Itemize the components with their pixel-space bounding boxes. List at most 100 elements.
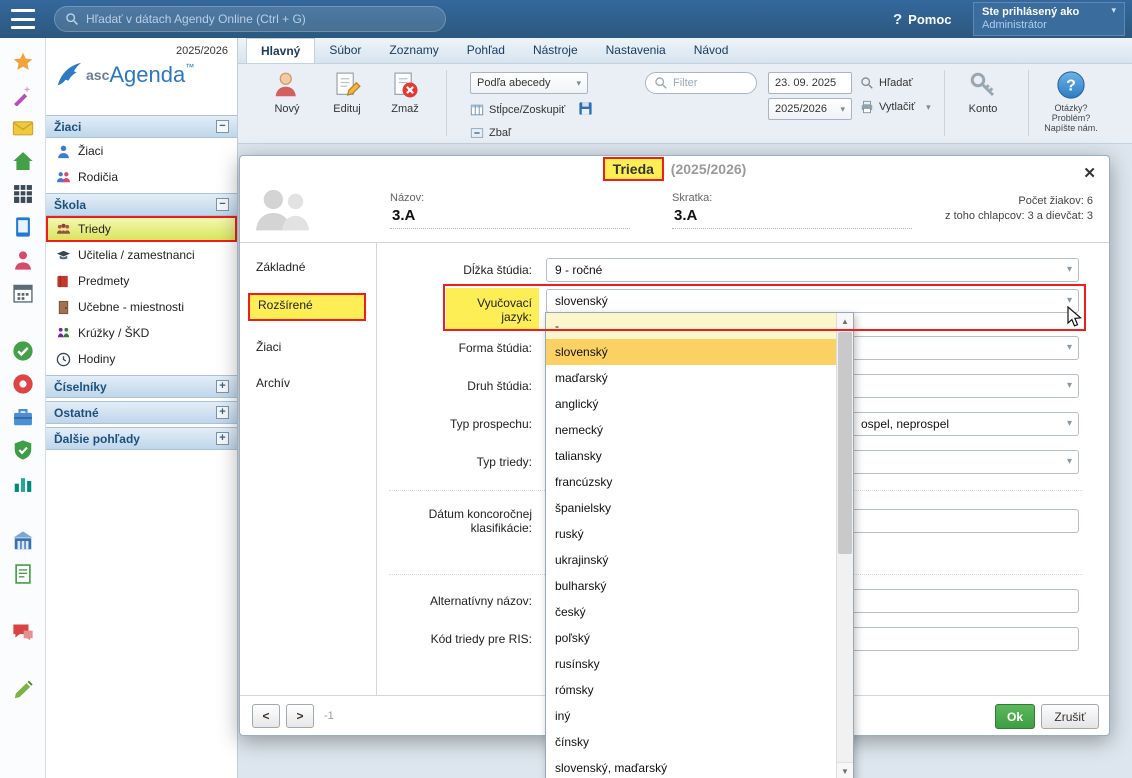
dropdown-option[interactable]: ruský bbox=[546, 521, 836, 547]
sidebar-item-ucitelia-zamestnanci[interactable]: Učitelia / zamestnanci bbox=[46, 242, 237, 268]
sidebar-item-hodiny[interactable]: Hodiny bbox=[46, 346, 237, 372]
dropdown-scrollbar[interactable]: ▲ ▼ bbox=[836, 313, 853, 778]
star-icon[interactable] bbox=[12, 51, 34, 73]
menu-tab-nastroje[interactable]: Nástroje bbox=[519, 38, 592, 63]
menu-tab-nastavenia[interactable]: Nastavenia bbox=[592, 38, 680, 63]
scroll-up-icon[interactable]: ▲ bbox=[837, 313, 853, 330]
scrollbar-thumb[interactable] bbox=[838, 332, 852, 554]
dropdown-option[interactable]: taliansky bbox=[546, 443, 836, 469]
save-icon[interactable] bbox=[578, 101, 593, 116]
document-icon[interactable] bbox=[12, 563, 34, 585]
sidebar-section-dalsie-pohlady[interactable]: Ďalšie pohľady+ bbox=[46, 427, 237, 450]
shield-icon[interactable] bbox=[12, 439, 34, 461]
select-vyucovaci-jazyk[interactable]: slovenský▾ bbox=[546, 289, 1079, 313]
new-button[interactable]: Nový bbox=[260, 70, 314, 115]
menu-tab-navod[interactable]: Návod bbox=[680, 38, 743, 63]
chart-icon[interactable] bbox=[12, 472, 34, 494]
cancel-button[interactable]: Zrušiť bbox=[1041, 704, 1099, 729]
hamburger-menu-icon[interactable] bbox=[11, 9, 35, 29]
help-button[interactable]: ? Pomoc bbox=[893, 0, 952, 38]
close-icon[interactable]: ✕ bbox=[1083, 164, 1096, 182]
dialog-tab-archiv[interactable]: Archív bbox=[256, 373, 364, 393]
sidebar-item-ziaci[interactable]: Žiaci bbox=[46, 138, 237, 164]
contact-help-button[interactable]: ? Otázky? Problém? Napíšte nám. bbox=[1038, 70, 1104, 133]
school-icon[interactable] bbox=[12, 530, 34, 552]
field-value: slovenský bbox=[555, 294, 608, 308]
next-record-button[interactable]: > bbox=[286, 704, 314, 728]
scroll-down-icon[interactable]: ▼ bbox=[837, 762, 853, 778]
dropdown-option[interactable]: nemecký bbox=[546, 417, 836, 443]
search-button[interactable]: Hľadať bbox=[860, 74, 913, 92]
date-value: 23. 09. 2025 bbox=[775, 77, 836, 89]
dropdown-option[interactable]: slovenský, maďarský bbox=[546, 755, 836, 778]
sidebar-item-kruzky-skd[interactable]: Krúžky / ŠKD bbox=[46, 320, 237, 346]
dropdown-option[interactable]: anglický bbox=[546, 391, 836, 417]
dropdown-option[interactable]: maďarský bbox=[546, 365, 836, 391]
dropdown-option[interactable]: rusínsky bbox=[546, 651, 836, 677]
chat-icon[interactable] bbox=[12, 621, 34, 643]
dropdown-option[interactable]: francúzsky bbox=[546, 469, 836, 495]
class-name-value[interactable]: 3.A bbox=[390, 204, 630, 229]
columns-group-button[interactable]: Stĺpce/Zoskupiť bbox=[470, 101, 565, 119]
sort-order-select[interactable]: Podľa abecedy ▾ bbox=[470, 72, 588, 94]
record-icon[interactable] bbox=[12, 373, 34, 395]
person-icon[interactable] bbox=[12, 249, 34, 271]
collapse-button[interactable]: Zbaľ bbox=[470, 124, 511, 142]
calendar-icon[interactable] bbox=[12, 282, 34, 304]
filter-input[interactable]: Filter bbox=[645, 72, 757, 94]
sidebar-section-skola[interactable]: Škola− bbox=[46, 193, 237, 216]
expand-box-icon[interactable]: + bbox=[216, 380, 229, 393]
dropdown-option[interactable]: bulharský bbox=[546, 573, 836, 599]
edit-button[interactable]: Edituj bbox=[320, 70, 374, 115]
school-year-select[interactable]: 2025/2026 ▾ bbox=[768, 98, 852, 120]
menu-tab-hlavny[interactable]: Hlavný bbox=[246, 38, 315, 63]
dropdown-option[interactable]: iný bbox=[546, 703, 836, 729]
dialog-title-highlight: Trieda bbox=[603, 157, 664, 181]
dialog-tab-ziaci[interactable]: Žiaci bbox=[256, 337, 364, 357]
dropdown-option[interactable]: - bbox=[546, 313, 836, 339]
class-abbr-value[interactable]: 3.A bbox=[672, 204, 912, 229]
dropdown-option[interactable]: ukrajinský bbox=[546, 547, 836, 573]
select-dlzka-studia[interactable]: 9 - ročné▾ bbox=[546, 258, 1079, 282]
collapse-box-icon[interactable]: − bbox=[216, 198, 229, 211]
briefcase-icon[interactable] bbox=[12, 406, 34, 428]
collapse-box-icon[interactable]: − bbox=[216, 120, 229, 133]
expand-box-icon[interactable]: + bbox=[216, 406, 229, 419]
menu-tab-zoznamy[interactable]: Zoznamy bbox=[375, 38, 452, 63]
sidebar-item-predmety[interactable]: Predmety bbox=[46, 268, 237, 294]
ok-button[interactable]: Ok bbox=[995, 704, 1035, 729]
sidebar-item-ucebne-miestnosti[interactable]: Učebne - miestnosti bbox=[46, 294, 237, 320]
mail-icon[interactable] bbox=[12, 117, 34, 139]
print-button[interactable]: Vytlačiť ▾ bbox=[860, 98, 931, 116]
logo-text-asc: asc bbox=[86, 67, 109, 83]
dialog-tab-rozsirene[interactable]: Rozšírené bbox=[248, 293, 366, 321]
prev-record-button[interactable]: < bbox=[252, 704, 280, 728]
book-icon[interactable] bbox=[12, 216, 34, 238]
sidebar-item-rodicia[interactable]: Rodičia bbox=[46, 164, 237, 190]
wand-icon[interactable] bbox=[12, 84, 34, 106]
dropdown-option[interactable]: poľský bbox=[546, 625, 836, 651]
timetable-icon[interactable] bbox=[12, 183, 34, 205]
dropdown-option[interactable]: český bbox=[546, 599, 836, 625]
sidebar-section-ziaci[interactable]: Žiaci− bbox=[46, 115, 237, 138]
dropdown-option[interactable]: rómsky bbox=[546, 677, 836, 703]
check-circle-icon[interactable] bbox=[12, 340, 34, 362]
pen-icon[interactable] bbox=[12, 679, 34, 701]
date-field[interactable]: 23. 09. 2025 bbox=[768, 72, 852, 94]
menu-tab-subor[interactable]: Súbor bbox=[315, 38, 375, 63]
menu-tab-pohlad[interactable]: Pohľad bbox=[453, 38, 519, 63]
account-button[interactable]: Konto bbox=[956, 70, 1010, 115]
sidebar-item-triedy[interactable]: Triedy bbox=[46, 216, 237, 242]
sidebar-section-ostatne[interactable]: Ostatné+ bbox=[46, 401, 237, 424]
home-icon[interactable] bbox=[12, 150, 34, 172]
sidebar-section-ciselniky[interactable]: Číselníky+ bbox=[46, 375, 237, 398]
dropdown-option[interactable]: slovenský bbox=[546, 339, 836, 365]
dialog-tab-zakladne[interactable]: Základné bbox=[256, 257, 364, 277]
expand-box-icon[interactable]: + bbox=[216, 432, 229, 445]
dropdown-option[interactable]: čínsky bbox=[546, 729, 836, 755]
dropdown-option[interactable]: španielsky bbox=[546, 495, 836, 521]
delete-button[interactable]: Zmaž bbox=[378, 70, 432, 115]
sidebar-item-label: Triedy bbox=[78, 222, 111, 236]
login-status-button[interactable]: Ste prihlásený ako Administrátor ▾ bbox=[973, 2, 1125, 36]
global-search-input[interactable]: Hľadať v dátach Agendy Online (Ctrl + G) bbox=[54, 6, 446, 32]
